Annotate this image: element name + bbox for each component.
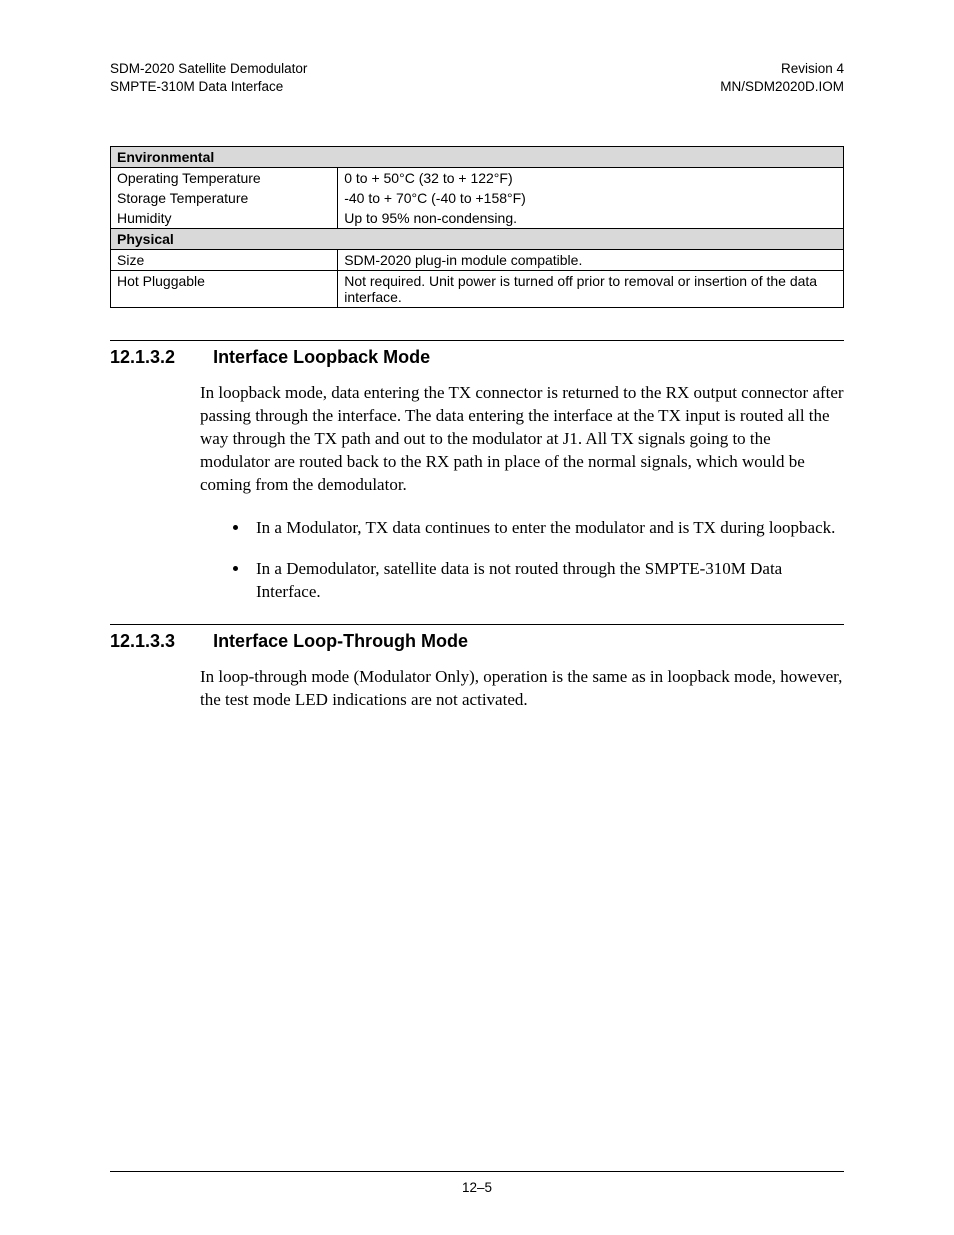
paragraph: In loop-through mode (Modulator Only), o…: [200, 666, 844, 712]
table-cell-label: Storage Temperature: [111, 188, 338, 208]
spec-table: Environmental Operating Temperature 0 to…: [110, 146, 844, 308]
table-row: Storage Temperature -40 to + 70°C (-40 t…: [111, 188, 844, 208]
list-item: In a Demodulator, satellite data is not …: [250, 558, 844, 604]
table-cell-value: -40 to + 70°C (-40 to +158°F): [338, 188, 844, 208]
list-item: In a Modulator, TX data continues to ent…: [250, 517, 844, 540]
header-right-line-2: MN/SDM2020D.IOM: [720, 78, 844, 96]
table-cell-value: SDM-2020 plug-in module compatible.: [338, 250, 844, 271]
table-header-label: Physical: [111, 229, 844, 250]
section-heading: 12.1.3.3 Interface Loop-Through Mode: [110, 631, 844, 652]
table-row: Operating Temperature 0 to + 50°C (32 to…: [111, 168, 844, 189]
section-heading: 12.1.3.2 Interface Loopback Mode: [110, 347, 844, 368]
table-cell-label: Operating Temperature: [111, 168, 338, 189]
table-cell-label: Humidity: [111, 208, 338, 229]
paragraph: In loopback mode, data entering the TX c…: [200, 382, 844, 497]
section-number: 12.1.3.3: [110, 631, 175, 652]
page-number: 12–5: [110, 1180, 844, 1195]
section-title: Interface Loop-Through Mode: [213, 631, 468, 652]
table-section-environmental: Environmental: [111, 147, 844, 168]
section-number: 12.1.3.2: [110, 347, 175, 368]
section-rule: [110, 340, 844, 341]
page-footer: 12–5: [110, 1163, 844, 1195]
section-rule: [110, 624, 844, 625]
table-row: Size SDM-2020 plug-in module compatible.: [111, 250, 844, 271]
table-cell-value: 0 to + 50°C (32 to + 122°F): [338, 168, 844, 189]
table-row: Humidity Up to 95% non-condensing.: [111, 208, 844, 229]
bullet-list: In a Modulator, TX data continues to ent…: [250, 517, 844, 604]
table-cell-value: Up to 95% non-condensing.: [338, 208, 844, 229]
table-cell-value: Not required. Unit power is turned off p…: [338, 271, 844, 308]
table-cell-label: Size: [111, 250, 338, 271]
section-title: Interface Loopback Mode: [213, 347, 430, 368]
page-header: SDM-2020 Satellite Demodulator SMPTE-310…: [110, 60, 844, 96]
table-row: Hot Pluggable Not required. Unit power i…: [111, 271, 844, 308]
header-right-line-1: Revision 4: [720, 60, 844, 78]
header-left-line-2: SMPTE-310M Data Interface: [110, 78, 307, 96]
table-cell-label: Hot Pluggable: [111, 271, 338, 308]
header-left-line-1: SDM-2020 Satellite Demodulator: [110, 60, 307, 78]
table-header-label: Environmental: [111, 147, 844, 168]
table-section-physical: Physical: [111, 229, 844, 250]
